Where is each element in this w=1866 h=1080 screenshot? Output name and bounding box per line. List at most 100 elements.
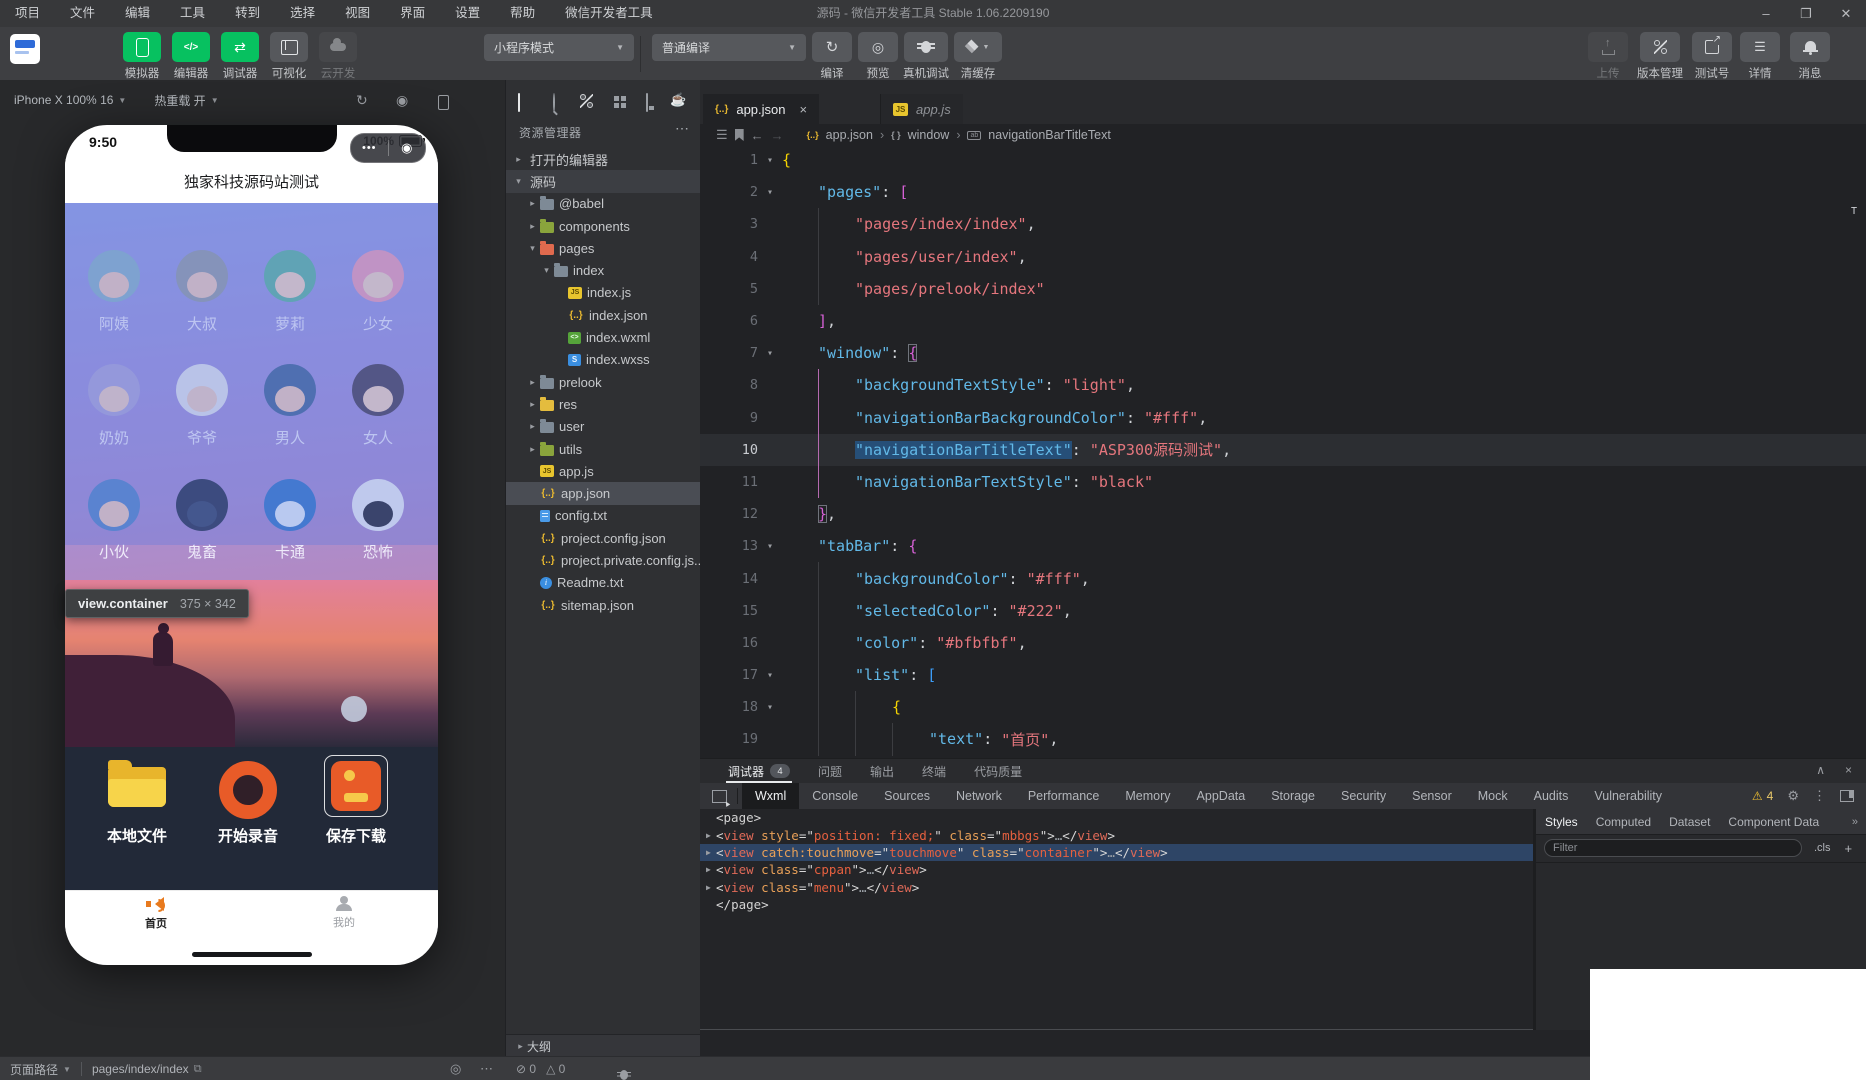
panel-tab-代码质量[interactable]: 代码质量 bbox=[960, 759, 1036, 783]
debugger-toggle-button[interactable]: ⇄ bbox=[221, 32, 259, 62]
tab-app-json[interactable]: {..} app.json × bbox=[703, 94, 819, 124]
preview-button[interactable]: ◎ bbox=[858, 32, 898, 62]
visualizer-toggle-button[interactable] bbox=[270, 32, 308, 62]
save-download-button[interactable] bbox=[316, 755, 396, 817]
explorer-more-icon[interactable]: ⋯ bbox=[675, 120, 689, 137]
nav-forward-icon[interactable]: → bbox=[771, 128, 784, 143]
tree-item[interactable]: iReadme.txt bbox=[506, 572, 701, 594]
close-button[interactable]: ✕ bbox=[1826, 0, 1866, 27]
devtools-tab-Memory[interactable]: Memory bbox=[1112, 783, 1183, 809]
maximize-button[interactable]: ❐ bbox=[1786, 0, 1826, 27]
details-button[interactable]: ☰ bbox=[1740, 32, 1780, 62]
tree-item[interactable]: ▸user bbox=[506, 416, 701, 438]
tree-item[interactable]: {..}index.json bbox=[506, 304, 701, 326]
wxml-line[interactable]: <page> bbox=[700, 809, 1533, 826]
tree-item[interactable]: JSindex.js bbox=[506, 282, 701, 304]
expand-arrow-icon[interactable]: ▶ bbox=[706, 865, 716, 874]
device-debug-button[interactable] bbox=[904, 32, 948, 62]
tree-item[interactable]: Sindex.wxss bbox=[506, 349, 701, 371]
close-panel-icon[interactable]: × bbox=[1845, 763, 1852, 777]
menu-item[interactable]: 界面 bbox=[385, 0, 440, 27]
menu-item[interactable]: 视图 bbox=[330, 0, 385, 27]
breadcrumb-property[interactable]: navigationBarTitleText bbox=[988, 128, 1111, 142]
wxml-inspector[interactable]: <page>▶<view style="position: fixed;" cl… bbox=[700, 809, 1533, 1030]
test-account-button[interactable] bbox=[1692, 32, 1732, 62]
bookmark-icon[interactable] bbox=[735, 129, 744, 141]
devtools-tab-Mock[interactable]: Mock bbox=[1465, 783, 1521, 809]
outline-section[interactable]: ▸ 大纲 bbox=[505, 1034, 702, 1057]
expand-arrow-icon[interactable]: ▶ bbox=[706, 831, 716, 840]
tab-app-js[interactable]: JS app.js bbox=[880, 94, 963, 124]
tree-item[interactable]: ▾源码 bbox=[506, 170, 701, 192]
sim-record-icon[interactable]: ◉ bbox=[396, 92, 408, 109]
panel-tab-问题[interactable]: 问题 bbox=[804, 759, 856, 783]
code-area[interactable]: 1▾{2▾"pages": [3"pages/index/index",4"pa… bbox=[700, 144, 1866, 756]
status-eye-icon[interactable]: ◎ bbox=[450, 1061, 461, 1077]
tree-item[interactable]: {..}project.config.json bbox=[506, 527, 701, 549]
sim-rotate-icon[interactable] bbox=[438, 95, 449, 110]
panel-tab-终端[interactable]: 终端 bbox=[908, 759, 960, 783]
expand-arrow-icon[interactable]: ▶ bbox=[706, 883, 716, 892]
tree-item[interactable]: config.txt bbox=[506, 505, 701, 527]
search-icon[interactable] bbox=[553, 93, 555, 112]
menu-item[interactable]: 设置 bbox=[440, 0, 495, 27]
menu-item[interactable]: 工具 bbox=[165, 0, 220, 27]
devtools-tab-Vulnerability[interactable]: Vulnerability bbox=[1581, 783, 1675, 809]
tree-item[interactable]: <>index.wxml bbox=[506, 326, 701, 348]
tree-item[interactable]: ▸prelook bbox=[506, 371, 701, 393]
panel-tab-调试器[interactable]: 调试器4 bbox=[714, 759, 804, 783]
tab-home[interactable]: 首页 bbox=[116, 896, 196, 931]
menu-item[interactable]: 项目 bbox=[0, 0, 55, 27]
tree-item[interactable]: ▾pages bbox=[506, 237, 701, 259]
tree-item[interactable]: ▾index bbox=[506, 259, 701, 281]
breadcrumb-object[interactable]: window bbox=[908, 128, 950, 142]
status-more-icon[interactable]: ⋯ bbox=[480, 1061, 493, 1077]
panel-tab-输出[interactable]: 输出 bbox=[856, 759, 908, 783]
version-manage-button[interactable] bbox=[1640, 32, 1680, 62]
expand-arrow-icon[interactable]: ▶ bbox=[706, 848, 716, 857]
cloud-dev-button[interactable] bbox=[319, 32, 357, 62]
files-icon[interactable] bbox=[518, 93, 520, 112]
save-all-icon[interactable] bbox=[646, 93, 648, 112]
devtools-tab-Performance[interactable]: Performance bbox=[1015, 783, 1113, 809]
cls-toggle-button[interactable]: .cls bbox=[1814, 842, 1831, 854]
add-style-button[interactable]: + bbox=[1845, 841, 1853, 856]
messages-button[interactable] bbox=[1790, 32, 1830, 62]
styles-tab-Dataset[interactable]: Dataset bbox=[1660, 815, 1719, 829]
upload-button[interactable] bbox=[1588, 32, 1628, 62]
menu-item[interactable]: 微信开发者工具 bbox=[550, 0, 668, 27]
tree-item[interactable]: ▸打开的编辑器 bbox=[506, 148, 701, 170]
fold-chevron[interactable]: ▾ bbox=[758, 348, 782, 359]
local-file-button[interactable] bbox=[97, 761, 177, 807]
menu-item[interactable]: 转到 bbox=[220, 0, 275, 27]
warning-count-badge[interactable]: ⚠4 bbox=[1752, 789, 1773, 803]
wxml-line[interactable]: ▶<view class="menu">…</view> bbox=[700, 879, 1533, 896]
styles-tab-Component Data[interactable]: Component Data bbox=[1719, 815, 1828, 829]
menu-item[interactable]: 文件 bbox=[55, 0, 110, 27]
more-dots-icon[interactable]: ••• bbox=[351, 142, 388, 154]
devtools-tab-Security[interactable]: Security bbox=[1328, 783, 1399, 809]
wxml-line[interactable]: ▶<view catch:touchmove="touchmove" class… bbox=[700, 844, 1533, 861]
devtools-tab-Sensor[interactable]: Sensor bbox=[1399, 783, 1465, 809]
git-branch-icon[interactable] bbox=[580, 94, 593, 108]
menu-item[interactable]: 帮助 bbox=[495, 0, 550, 27]
menu-item[interactable]: 选择 bbox=[275, 0, 330, 27]
styles-filter-input[interactable] bbox=[1544, 839, 1802, 857]
fold-chevron[interactable]: ▾ bbox=[758, 702, 782, 713]
grid-icon[interactable] bbox=[614, 96, 619, 101]
copy-icon[interactable]: ⧉ bbox=[194, 1063, 202, 1076]
wxml-line[interactable]: ▶<view style="position: fixed;" class="m… bbox=[700, 826, 1533, 843]
fold-chevron[interactable]: ▾ bbox=[758, 155, 782, 166]
clear-cache-button[interactable]: ▼ bbox=[954, 32, 1002, 62]
collapse-panel-icon[interactable]: ∧ bbox=[1816, 763, 1825, 777]
tab-mine[interactable]: 我的 bbox=[304, 896, 384, 930]
devtools-tab-Sources[interactable]: Sources bbox=[871, 783, 943, 809]
devtools-tab-Storage[interactable]: Storage bbox=[1258, 783, 1328, 809]
sim-refresh-icon[interactable]: ↻ bbox=[356, 92, 368, 109]
close-tab-icon[interactable]: × bbox=[800, 102, 808, 117]
devtools-tab-Audits[interactable]: Audits bbox=[1521, 783, 1582, 809]
devtools-tab-AppData[interactable]: AppData bbox=[1184, 783, 1259, 809]
tree-item[interactable]: ▸res bbox=[506, 393, 701, 415]
tree-item[interactable]: {..}project.private.config.js... bbox=[506, 549, 701, 571]
status-bug-icon[interactable] bbox=[620, 1070, 628, 1080]
